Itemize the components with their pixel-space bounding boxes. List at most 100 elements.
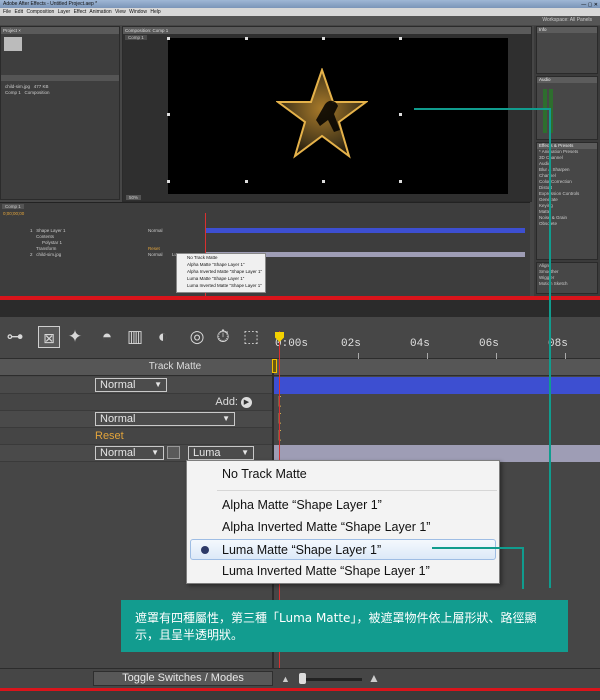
footer-strip [0, 691, 600, 700]
menu-composition[interactable]: Composition [26, 9, 54, 15]
reset-link[interactable]: Reset [95, 430, 124, 442]
mini-layer-1[interactable]: 1 Shape Layer 1 [30, 228, 66, 233]
mini-after-effects-screenshot: Adobe After Effects - Untitled Project.a… [0, 0, 600, 296]
right-panels: Info Audio Effects & Presets * Animation… [534, 26, 600, 296]
star-shape-layer[interactable] [276, 68, 368, 160]
bounds-handle[interactable] [322, 37, 325, 40]
menu-item-alpha-matte[interactable]: Alpha Matte “Shape Layer 1” [187, 495, 499, 516]
menu-item-luma-inverted-matte[interactable]: Luma Inverted Matte “Shape Layer 1” [187, 561, 499, 582]
bounds-handle[interactable] [399, 113, 402, 116]
bounds-handle[interactable] [399, 37, 402, 40]
separator-dark [0, 300, 600, 317]
mini-timecode[interactable]: 0;00;00;00 [3, 211, 24, 216]
mini-menu-item[interactable]: Alpha Inverted Matte “Shape Layer 1” [177, 268, 265, 275]
bounds-handle[interactable] [245, 37, 248, 40]
project-columns-header [1, 75, 119, 81]
mini-reset[interactable]: Reset [148, 246, 160, 251]
panel-motion-sketch[interactable]: Motion Sketch [537, 281, 597, 287]
selected-bullet-icon [201, 546, 209, 554]
transform-track [274, 428, 600, 445]
mini-contents[interactable]: Contents [36, 234, 54, 239]
motion-blur-icon[interactable]: ◐ [152, 326, 174, 348]
track-matte-dropdown[interactable]: Luma ▼ [188, 446, 254, 460]
mini-menu-item[interactable]: Luma Inverted Matte “Shape Layer 1” [177, 282, 265, 289]
shape-layer-duration-bar[interactable] [274, 377, 600, 394]
auto-keyframe-icon[interactable]: ⏱ [212, 326, 234, 348]
project-item-image[interactable]: child-sim.jpg 477 KB [5, 84, 49, 89]
bounds-handle[interactable] [167, 37, 170, 40]
mini-polystar[interactable]: Polystar 1 [42, 240, 62, 245]
blend-mode-dropdown[interactable]: Normal ▼ [95, 446, 164, 460]
layer-row-contents: Add: ▶ [0, 394, 274, 411]
chevron-down-icon: ▼ [222, 414, 230, 423]
menu-item-no-track-matte[interactable]: No Track Matte [187, 464, 499, 485]
zoom-slider-track[interactable] [300, 678, 362, 681]
comp-zoom-value[interactable]: 50% [126, 195, 142, 200]
annotation-text: 遮罩有四種屬性，第三種「Luma Matte」，被遮罩物件依上層形狀、路徑顯示，… [135, 611, 537, 642]
chevron-down-icon: ▼ [241, 448, 249, 457]
time-ruler[interactable]: 0:00s 02s 04s 06s 08s [274, 330, 600, 360]
menu-view[interactable]: View [115, 9, 126, 15]
add-label: Add: [215, 396, 238, 408]
menu-edit[interactable]: Edit [14, 9, 23, 15]
menu-effect[interactable]: Effect [74, 9, 87, 15]
menu-window[interactable]: Window [129, 9, 147, 15]
workspace-selector[interactable]: Workspace: All Panels [542, 17, 592, 23]
zoom-out-icon[interactable]: ▲ [281, 674, 290, 684]
bounds-handle[interactable] [167, 113, 170, 116]
live-update-icon[interactable]: ⊠ [38, 326, 60, 348]
annotation-callout: 遮罩有四種屬性，第三種「Luma Matte」，被遮罩物件依上層形狀、路徑顯示，… [121, 600, 568, 652]
menu-separator [217, 490, 497, 491]
polystar-track [274, 411, 600, 428]
mini-layer-2[interactable]: 2 child-sim.jpg [30, 252, 61, 257]
mini-track-matte-menu: No Track Matte Alpha Matte “Shape Layer … [176, 253, 266, 293]
draft-3d-icon[interactable]: ✦ [64, 326, 86, 348]
mini-menu-item[interactable]: No Track Matte [177, 254, 265, 261]
hide-shy-layers-icon[interactable]: ◓ [96, 326, 118, 348]
menu-layer[interactable]: Layer [58, 9, 71, 15]
menu-help[interactable]: Help [150, 9, 160, 15]
mini-layer-1-mode[interactable]: Normal [148, 228, 163, 233]
menu-file[interactable]: File [3, 9, 11, 15]
mini-menu-item[interactable]: Luma Matte “Shape Layer 1” [177, 275, 265, 282]
mini-transform[interactable]: Transform [36, 246, 56, 251]
add-content-button[interactable]: ▶ [241, 397, 252, 408]
bounds-handle[interactable] [167, 180, 170, 183]
comp-tab[interactable]: Comp 1 [125, 35, 147, 40]
collapsed-panels: Align Smoother Wiggler Motion Sketch [536, 262, 598, 294]
menu-bar: File Edit Composition Layer Effect Anima… [0, 8, 600, 16]
layer-row-transform: Reset [0, 428, 274, 445]
toggle-switches-modes-button[interactable]: Toggle Switches / Modes [93, 671, 273, 686]
brainstorm-icon[interactable]: ◎ [186, 326, 208, 348]
bounds-handle[interactable] [322, 180, 325, 183]
menu-item-alpha-inverted-matte[interactable]: Alpha Inverted Matte “Shape Layer 1” [187, 517, 499, 538]
effect-category[interactable]: Obsolete [537, 221, 597, 227]
blend-mode-dropdown[interactable]: Normal ▼ [95, 412, 235, 426]
menu-item-luma-matte[interactable]: Luma Matte “Shape Layer 1” [190, 539, 496, 560]
ruler-label: 02s [341, 338, 361, 350]
track-matte-menu: No Track Matte Alpha Matte “Shape Layer … [186, 460, 500, 584]
composition-viewer[interactable] [167, 37, 508, 194]
zoom-slider-knob[interactable] [299, 673, 306, 684]
preserve-transparency-checkbox[interactable] [167, 446, 180, 459]
frame-blending-icon[interactable]: ▥ [124, 326, 146, 348]
project-panel-header[interactable]: Project × [1, 27, 119, 34]
project-item-comp[interactable]: Comp 1 Composition [5, 90, 50, 95]
menu-animation[interactable]: Animation [89, 9, 111, 15]
track-matte-column-header[interactable]: Track Matte [120, 361, 230, 372]
layer-row-polystar: Normal ▼ [0, 411, 274, 428]
mini-timeline-tab[interactable]: Comp 1 [2, 204, 24, 209]
blend-mode-dropdown[interactable]: Normal ▼ [95, 378, 167, 392]
graph-editor-icon[interactable]: ⬚ [240, 326, 262, 348]
mini-menu-item[interactable]: Alpha Matte “Shape Layer 1” [177, 261, 265, 268]
bounds-handle[interactable] [399, 180, 402, 183]
callout-line-top [414, 108, 551, 110]
work-area-start-marker[interactable] [272, 359, 277, 373]
bounds-handle[interactable] [245, 180, 248, 183]
timeline-bottom-bar: Toggle Switches / Modes ▲ ▲ [0, 668, 600, 688]
composition-mini-flowchart-icon[interactable]: ⊶ [4, 326, 26, 348]
mini-layer-2-mode[interactable]: Normal [148, 252, 163, 257]
mini-track-bar-blue[interactable] [205, 228, 525, 233]
composition-panel-header[interactable]: Composition: Comp 1 [123, 27, 531, 34]
zoom-in-icon[interactable]: ▲ [368, 671, 380, 685]
